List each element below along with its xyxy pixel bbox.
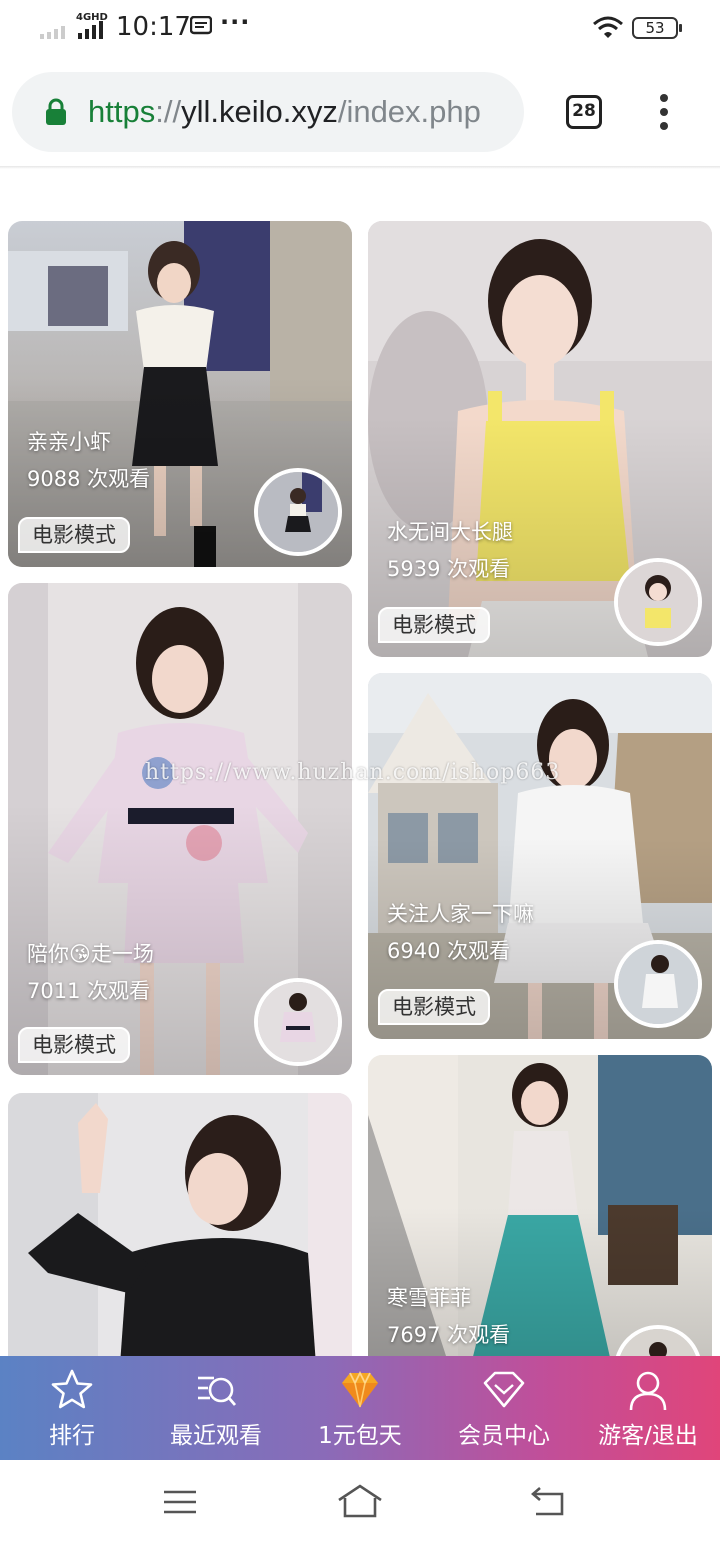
tab-label: 会员中心 bbox=[458, 1423, 550, 1449]
url-path: /index.php bbox=[337, 94, 481, 129]
video-title: 陪你😘走一场 bbox=[27, 942, 154, 966]
video-card[interactable]: 寒雪菲菲 7697 次观看 bbox=[368, 1055, 712, 1356]
video-title: 关注人家一下嘛 bbox=[387, 902, 534, 926]
tab-label: 1元包天 bbox=[318, 1423, 402, 1449]
movie-mode-badge[interactable]: 电影模式 bbox=[378, 607, 490, 643]
tab-recently-watched[interactable]: 最近观看 bbox=[144, 1356, 288, 1460]
bottom-tab-bar: 排行 最近观看 1元包天 会员中心 游客/退出 bbox=[0, 1356, 720, 1460]
view-count: 7697 次观看 bbox=[387, 1323, 511, 1347]
lock-icon bbox=[46, 98, 66, 125]
url-text[interactable]: https://yll.keilo.xyz/index.php bbox=[88, 92, 481, 132]
tab-guest-logout[interactable]: 游客/退出 bbox=[576, 1356, 720, 1460]
video-thumbnail bbox=[8, 1093, 352, 1356]
uploader-avatar[interactable] bbox=[614, 558, 702, 646]
tab-ranking[interactable]: 排行 bbox=[0, 1356, 144, 1460]
recent-search-icon bbox=[198, 1376, 237, 1406]
more-notifications-icon: ··· bbox=[220, 8, 251, 36]
view-count: 5939 次观看 bbox=[387, 557, 511, 581]
uploader-avatar[interactable] bbox=[254, 468, 342, 556]
system-navigation-bar bbox=[0, 1460, 720, 1544]
toolbar-divider bbox=[0, 166, 720, 169]
clock-time: 10:17 bbox=[116, 12, 191, 42]
view-count: 6940 次观看 bbox=[387, 939, 511, 963]
tab-one-yuan-day[interactable]: 1元包天 bbox=[288, 1356, 432, 1460]
star-icon bbox=[51, 1369, 93, 1409]
movie-mode-badge[interactable]: 电影模式 bbox=[378, 989, 490, 1025]
address-bar[interactable]: https://yll.keilo.xyz/index.php bbox=[12, 72, 524, 152]
uploader-avatar[interactable] bbox=[614, 940, 702, 1028]
video-card[interactable]: 陪你😘走一场 7011 次观看 电影模式 bbox=[8, 583, 352, 1075]
message-icon bbox=[190, 16, 212, 35]
video-card[interactable]: 亲亲小虾 9088 次观看 电影模式 bbox=[8, 221, 352, 567]
video-title: 亲亲小虾 bbox=[27, 430, 111, 454]
url-scheme: https bbox=[88, 94, 156, 129]
network-type-label: 4GHD bbox=[76, 12, 108, 23]
diamond-gold-icon bbox=[342, 1370, 378, 1408]
movie-mode-badge[interactable]: 电影模式 bbox=[18, 1027, 130, 1063]
view-count: 7011 次观看 bbox=[27, 979, 151, 1003]
app-screen: 4GHD 10:17 ··· 53 https://yll.keilo.xyz/… bbox=[0, 0, 720, 1544]
diamond-outline-icon bbox=[483, 1371, 525, 1408]
movie-mode-badge[interactable]: 电影模式 bbox=[18, 517, 130, 553]
status-bar: 4GHD 10:17 ··· 53 bbox=[0, 0, 720, 56]
video-title: 寒雪菲菲 bbox=[387, 1286, 471, 1310]
url-host: yll.keilo.xyz bbox=[181, 94, 338, 129]
user-icon bbox=[629, 1371, 667, 1411]
home-icon[interactable] bbox=[336, 1482, 384, 1522]
video-title: 水无间大长腿 bbox=[387, 520, 513, 544]
url-separator: :// bbox=[155, 94, 182, 129]
video-card[interactable]: 水无间大长腿 5939 次观看 电影模式 bbox=[368, 221, 712, 657]
watermark-text: https://www.huzhan.com/ishop663 bbox=[145, 760, 561, 785]
tab-member-center[interactable]: 会员中心 bbox=[432, 1356, 576, 1460]
wifi-icon bbox=[593, 16, 623, 38]
menu-icon[interactable] bbox=[160, 1482, 200, 1522]
uploader-avatar[interactable] bbox=[254, 978, 342, 1066]
battery-icon: 53 bbox=[632, 17, 682, 39]
back-icon[interactable] bbox=[528, 1482, 568, 1522]
tab-label: 最近观看 bbox=[170, 1423, 262, 1449]
tab-label: 排行 bbox=[49, 1423, 95, 1449]
video-grid: 亲亲小虾 9088 次观看 电影模式 水无间大长腿 5939 次观看 电影模式 … bbox=[0, 170, 720, 1356]
tab-label: 游客/退出 bbox=[598, 1423, 698, 1449]
tabs-icon[interactable]: 28 bbox=[566, 95, 602, 129]
overflow-menu-icon[interactable] bbox=[652, 94, 676, 134]
video-card[interactable] bbox=[8, 1093, 352, 1356]
video-card[interactable]: 关注人家一下嘛 6940 次观看 电影模式 bbox=[368, 673, 712, 1039]
view-count: 9088 次观看 bbox=[27, 467, 151, 491]
